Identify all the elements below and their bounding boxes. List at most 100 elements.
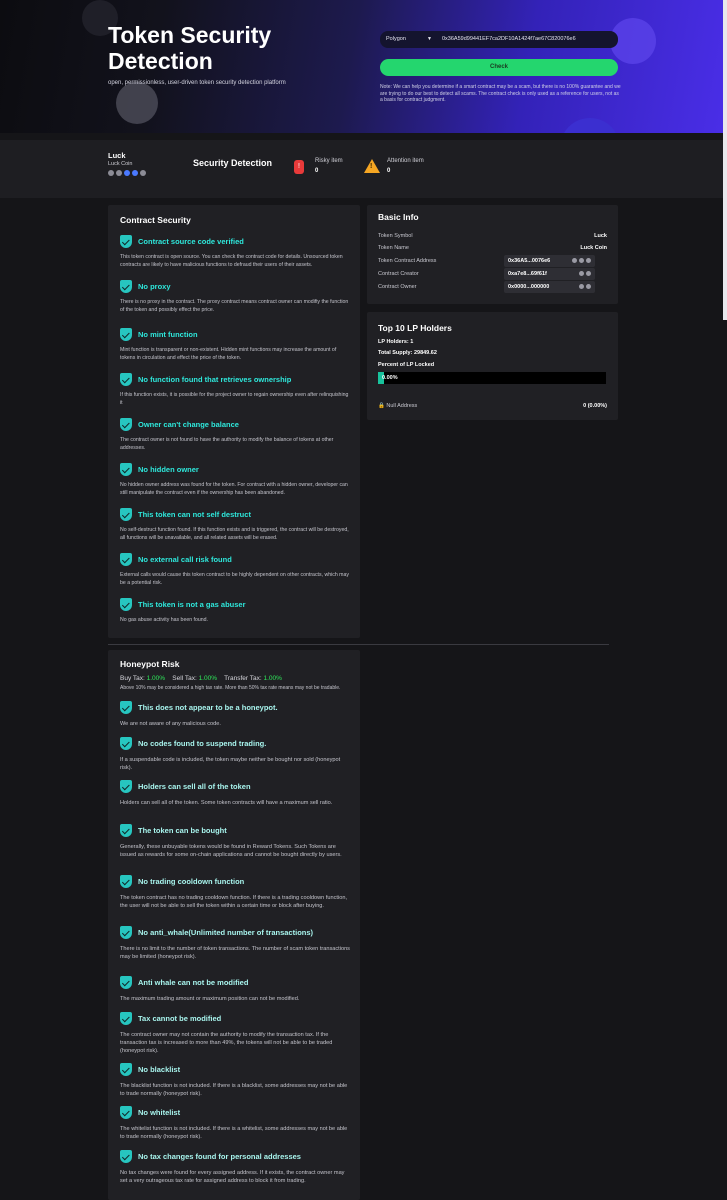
network-select-value: Polygon — [386, 36, 406, 42]
check-item: This does not appear to be a honeypot. W… — [120, 701, 352, 728]
shield-check-icon — [120, 553, 132, 566]
swap-icon[interactable] — [132, 170, 138, 176]
check-item-desc: Generally, these unbuyable tokens would … — [120, 844, 342, 859]
shield-check-icon — [120, 418, 132, 431]
check-item-title: No anti_whale(Unlimited number of transa… — [138, 928, 314, 937]
check-item-desc: If this function exists, it is possible … — [120, 392, 349, 406]
chain-icon[interactable] — [586, 258, 591, 263]
check-item-desc: This token contract is open source. You … — [120, 254, 343, 268]
address-text: 0x36A5...0076e6 — [508, 258, 551, 264]
ethereum-coin-icon — [116, 82, 158, 124]
check-item-desc: The token contract has no trading cooldo… — [120, 895, 347, 910]
sell-tax-label: Sell Tax: — [172, 675, 197, 682]
check-button[interactable]: Check — [380, 59, 618, 76]
page-scrollbar[interactable] — [723, 0, 727, 320]
check-item: Owner can't change balance The contract … — [120, 418, 352, 452]
copy-icon[interactable] — [572, 258, 577, 263]
shield-check-icon — [120, 1150, 132, 1163]
shield-check-icon — [120, 1106, 132, 1119]
check-item: No trading cooldown function The token c… — [120, 875, 352, 910]
contract-security-title: Contract Security — [120, 215, 191, 225]
check-item: No mint function Mint function is transp… — [120, 328, 352, 362]
info-label: Contract Owner — [378, 284, 417, 290]
lp-locked-value: 0.00% — [382, 375, 398, 381]
shield-check-icon — [120, 508, 132, 521]
honeypot-risk-panel: Honeypot Risk Buy Tax: 1.00% Sell Tax: 1… — [108, 650, 360, 1200]
contract-address-input[interactable]: 0x36A59d99441EF7ca2DF10A1424f7ae67C82007… — [438, 31, 618, 48]
info-label: Token Contract Address — [378, 258, 437, 264]
tax-note: Above 10% may be considered a high tax r… — [120, 685, 341, 691]
check-item-desc: If a suspendable code is included, the t… — [120, 757, 341, 772]
tax-summary: Buy Tax: 1.00% Sell Tax: 1.00% Transfer … — [120, 675, 282, 682]
lp-holders-panel: Top 10 LP Holders LP Holders: 1 Total Su… — [367, 312, 618, 420]
null-address-row: 🔒 Null Address — [378, 403, 417, 409]
explorer-icon[interactable] — [579, 258, 584, 263]
disclaimer-note: Note: We can help you determine if a sma… — [380, 84, 621, 104]
shield-check-icon — [120, 373, 132, 386]
check-item: No function found that retrieves ownersh… — [120, 373, 352, 407]
check-item-title: No function found that retrieves ownersh… — [138, 375, 292, 384]
info-row-contract-owner: Contract Owner 0x0000...000000 — [378, 281, 607, 293]
owner-address-chip[interactable]: 0x0000...000000 — [504, 281, 595, 293]
lp-holders-title: Top 10 LP Holders — [378, 323, 452, 333]
basic-info-panel: Basic Info Token Symbol Luck Token Name … — [367, 205, 618, 304]
check-item-title: Anti whale can not be modified — [138, 978, 249, 987]
check-item-title: Tax cannot be modified — [138, 1014, 222, 1023]
check-item: The token can be bought Generally, these… — [120, 824, 352, 859]
check-item-title: No hidden owner — [138, 465, 199, 474]
info-row-token-symbol: Token Symbol Luck — [378, 233, 607, 239]
check-item-desc: No tax changes were found for every assi… — [120, 1170, 345, 1185]
check-item-desc: There is no proxy in the contract. The p… — [120, 299, 349, 313]
risky-item-count: 0 — [315, 168, 319, 174]
shield-check-icon — [120, 701, 132, 714]
info-label: Contract Creator — [378, 271, 419, 277]
risky-item-label: Risky item — [315, 158, 343, 164]
transfer-tax-label: Transfer Tax: — [224, 675, 262, 682]
address-text: 0x0000...000000 — [508, 284, 550, 290]
attention-item-label: Attention item — [387, 158, 424, 164]
creator-address-chip[interactable]: 0xa7e8...69f61f — [504, 268, 595, 280]
check-item-title: No trading cooldown function — [138, 877, 245, 886]
info-label: Token Name — [378, 245, 409, 251]
shield-check-icon — [120, 875, 132, 888]
shield-check-icon — [120, 976, 132, 989]
check-item-title: No whitelist — [138, 1108, 181, 1117]
check-item: No anti_whale(Unlimited number of transa… — [120, 926, 352, 961]
shield-check-icon — [120, 463, 132, 476]
check-item: This token is not a gas abuser No gas ab… — [120, 598, 352, 625]
check-item-title: No external call risk found — [138, 555, 232, 564]
explorer-icon[interactable] — [586, 271, 591, 276]
check-item: This token can not self destruct No self… — [120, 508, 352, 542]
check-item-title: No tax changes found for personal addres… — [138, 1152, 301, 1161]
copy-icon[interactable] — [579, 271, 584, 276]
copy-icon[interactable] — [579, 284, 584, 289]
chain-icon[interactable] — [116, 170, 122, 176]
network-select[interactable]: Polygon ▼ — [380, 31, 438, 48]
token-name: Luck Coin — [108, 161, 133, 167]
shield-check-icon — [120, 737, 132, 750]
info-value: Luck Coin — [580, 245, 607, 251]
basic-info-title: Basic Info — [378, 212, 419, 222]
shield-check-icon — [120, 1012, 132, 1025]
shield-check-icon — [120, 1063, 132, 1076]
check-item-title: This token can not self destruct — [138, 510, 251, 519]
check-item-desc: The whitelist function is not included. … — [120, 1126, 348, 1141]
check-item-desc: We are not aware of any malicious code. — [120, 721, 221, 727]
null-address-value: 0 (0.00%) — [583, 403, 607, 409]
explorer-icon[interactable] — [586, 284, 591, 289]
polygon-icon[interactable] — [124, 170, 130, 176]
check-item-title: No codes found to suspend trading. — [138, 739, 267, 748]
risky-alert-icon: ! — [294, 160, 304, 174]
transfer-tax-value: 1.00% — [263, 675, 282, 682]
lock-icon[interactable] — [140, 170, 146, 176]
check-item: No hidden owner No hidden owner address … — [120, 463, 352, 497]
check-item-title: Holders can sell all of the token — [138, 782, 251, 791]
check-item-title: No blacklist — [138, 1065, 181, 1074]
buy-tax-label: Buy Tax: — [120, 675, 145, 682]
explorer-icon[interactable] — [108, 170, 114, 176]
shield-check-icon — [120, 598, 132, 611]
chain-icons — [108, 170, 146, 176]
check-item-desc: The blacklist function is not included. … — [120, 1083, 348, 1098]
contract-address-chip[interactable]: 0x36A5...0076e6 — [504, 255, 595, 267]
lp-holders-count: LP Holders: 1 — [378, 339, 414, 345]
